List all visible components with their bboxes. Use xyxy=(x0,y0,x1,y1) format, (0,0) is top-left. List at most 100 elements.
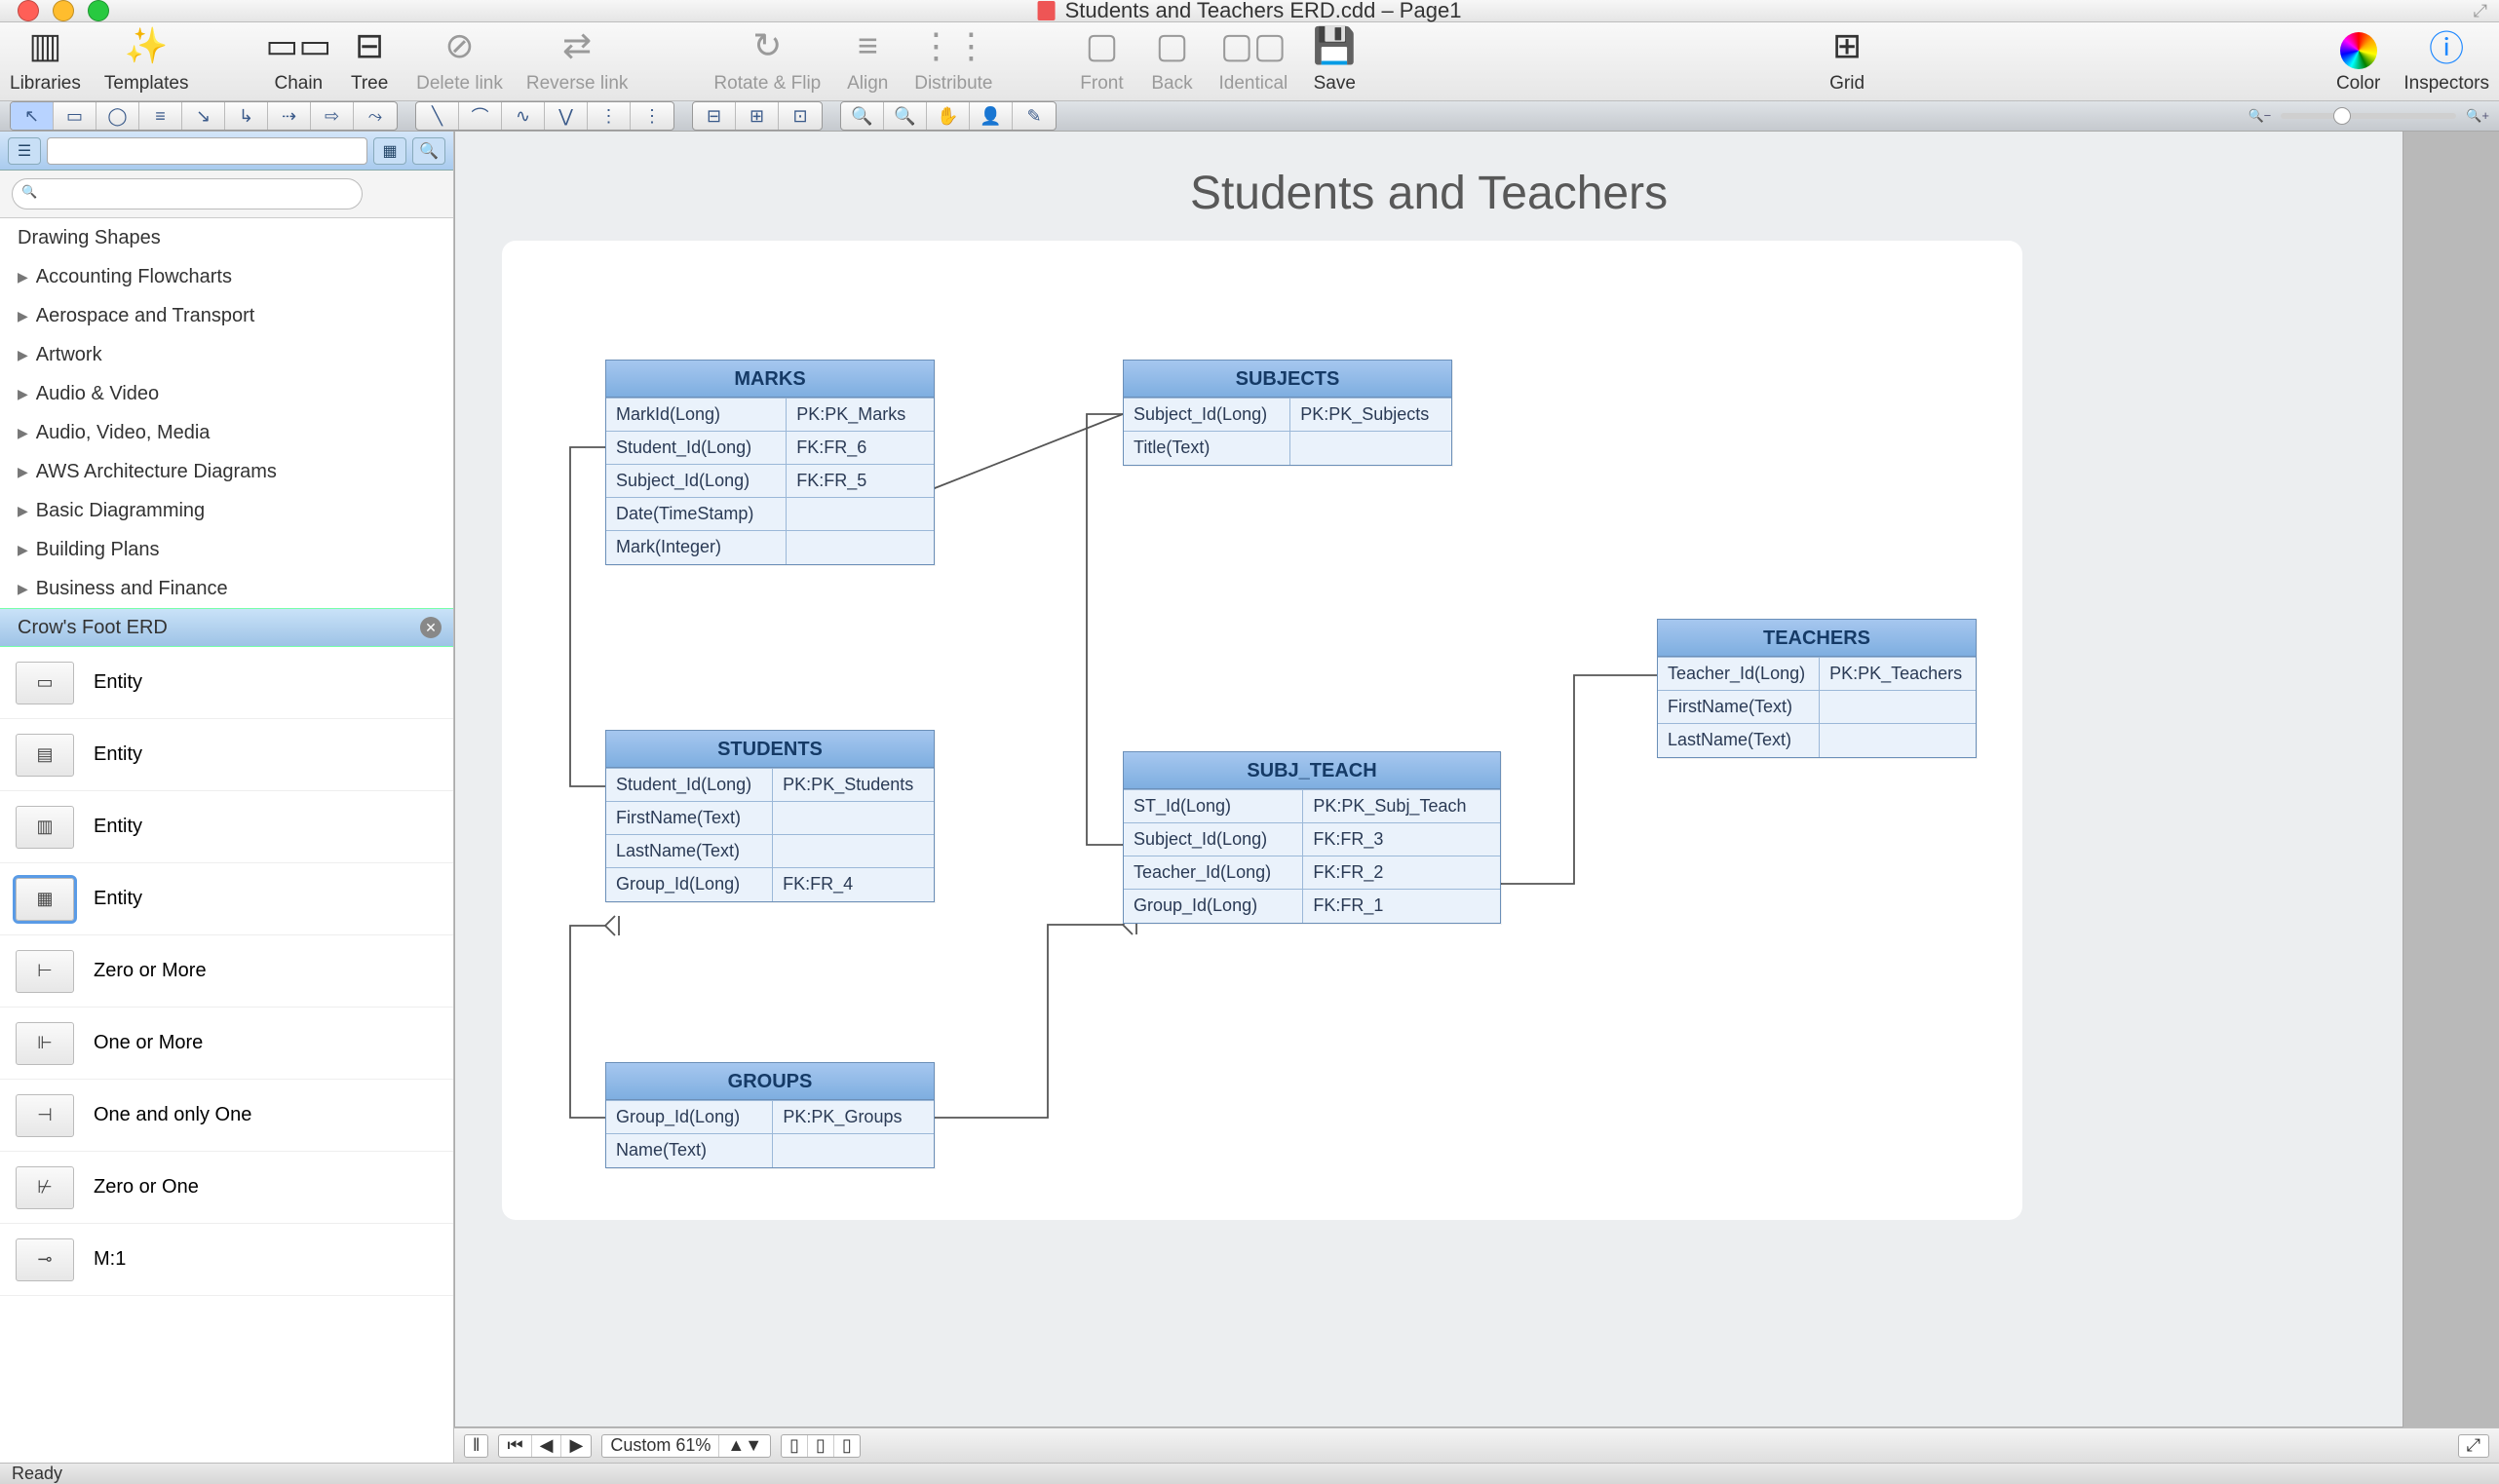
library-filter-input[interactable] xyxy=(47,137,367,165)
identical-button[interactable]: ▢▢Identical xyxy=(1218,22,1288,95)
palette-item[interactable]: ⊩One or More xyxy=(0,1008,453,1080)
templates-button[interactable]: ✨Templates xyxy=(104,22,189,95)
front-button[interactable]: ▢Front xyxy=(1078,22,1125,95)
point-tool-1[interactable]: ⋮ xyxy=(588,102,631,130)
zoom-slider[interactable] xyxy=(2281,113,2456,119)
polyline-tool[interactable]: ⋁ xyxy=(545,102,588,130)
zoom-out-tool[interactable]: 🔍 xyxy=(884,102,927,130)
ellipse-tool[interactable]: ◯ xyxy=(96,102,139,130)
entity-subj_teach[interactable]: SUBJ_TEACHST_Id(Long)PK:PK_Subj_TeachSub… xyxy=(1123,751,1501,924)
minimize-icon[interactable] xyxy=(53,0,74,21)
category-item[interactable]: ▶Building Plans xyxy=(0,530,453,569)
entity-teachers[interactable]: TEACHERSTeacher_Id(Long)PK:PK_TeachersFi… xyxy=(1657,619,1977,758)
entity-subjects[interactable]: SUBJECTSSubject_Id(Long)PK:PK_SubjectsTi… xyxy=(1123,360,1452,466)
palette-item[interactable]: ⊬Zero or One xyxy=(0,1152,453,1224)
search-icon[interactable]: 🔍 xyxy=(412,137,445,165)
zoom-in-icon[interactable]: 🔍+ xyxy=(2466,108,2489,124)
zoom-stepper-icon[interactable]: ▲▼ xyxy=(719,1435,770,1457)
pointer-tool[interactable]: ↖ xyxy=(11,102,54,130)
chain-button[interactable]: ▭▭Chain xyxy=(274,22,323,95)
user-tool[interactable]: 👤 xyxy=(970,102,1013,130)
category-item[interactable]: ▶AWS Architecture Diagrams xyxy=(0,452,453,491)
line-tool[interactable]: ╲ xyxy=(416,102,459,130)
fullscreen-icon[interactable]: ⤢ xyxy=(2474,1,2499,21)
zoom-out-icon[interactable]: 🔍− xyxy=(2248,108,2271,124)
tree-button[interactable]: ⊟Tree xyxy=(346,22,393,95)
palette-item[interactable]: ⊣One and only One xyxy=(0,1080,453,1152)
grid-button[interactable]: ⊞Grid xyxy=(1824,22,1870,95)
category-item[interactable]: ▶Business and Finance xyxy=(0,569,453,608)
palette-item[interactable]: ▤Entity xyxy=(0,719,453,791)
inspectors-button[interactable]: ⓘInspectors xyxy=(2403,22,2489,95)
text-tool[interactable]: ≡ xyxy=(139,102,182,130)
reverse-link-button[interactable]: ⇄Reverse link xyxy=(526,22,629,95)
expand-icon[interactable]: ⤢ xyxy=(2459,1435,2488,1457)
delete-link-button[interactable]: ⊘Delete link xyxy=(416,22,503,95)
category-item[interactable]: ▶Accounting Flowcharts xyxy=(0,257,453,296)
color-button[interactable]: Color xyxy=(2336,32,2380,95)
curve-tool[interactable]: ∿ xyxy=(502,102,545,130)
distribute-button[interactable]: ⋮⋮Distribute xyxy=(914,22,992,95)
field-key: FK:FR_3 xyxy=(1303,823,1500,856)
rotate-flip-button[interactable]: ↻Rotate & Flip xyxy=(713,22,821,95)
entity-groups[interactable]: GROUPSGroup_Id(Long)PK:PK_GroupsName(Tex… xyxy=(605,1062,935,1168)
zoom-icon[interactable] xyxy=(88,0,109,21)
connector-tool-4[interactable]: ⇨ xyxy=(311,102,354,130)
connector-tool-3[interactable]: ⇢ xyxy=(268,102,311,130)
entity-students[interactable]: STUDENTSStudent_Id(Long)PK:PK_StudentsFi… xyxy=(605,730,935,902)
scroll-pause-icon[interactable]: ‖ xyxy=(465,1435,487,1457)
palette-item[interactable]: ▭Entity xyxy=(0,647,453,719)
palette-item[interactable]: ⊸M:1 xyxy=(0,1224,453,1296)
hand-tool[interactable]: ✋ xyxy=(927,102,970,130)
page[interactable]: Students and Teachers MARKSMarkId(Long)P… xyxy=(454,132,2403,1427)
grid-view-icon[interactable]: ▦ xyxy=(373,137,406,165)
wand-tool[interactable]: ✎ xyxy=(1013,102,1056,130)
category-item[interactable]: ▶Audio, Video, Media xyxy=(0,413,453,452)
window-title: Students and Teachers ERD.cdd – Page1 xyxy=(1065,0,1462,23)
canvas-scroll[interactable]: Students and Teachers MARKSMarkId(Long)P… xyxy=(454,132,2499,1427)
category-item[interactable]: ▶Basic Diagramming xyxy=(0,491,453,530)
field-name: ST_Id(Long) xyxy=(1124,790,1303,823)
selected-category[interactable]: Crow's Foot ERD ✕ xyxy=(0,608,453,647)
align-tool-3[interactable]: ⊡ xyxy=(779,102,822,130)
main-toolbar: ▥Libraries ✨Templates ▭▭Chain ⊟Tree ⊘Del… xyxy=(0,22,2499,101)
field-key xyxy=(773,1134,934,1167)
category-item[interactable]: ▶Aerospace and Transport xyxy=(0,296,453,335)
entity-header: MARKS xyxy=(606,361,934,398)
entity-marks[interactable]: MARKSMarkId(Long)PK:PK_MarksStudent_Id(L… xyxy=(605,360,935,565)
field-name: Student_Id(Long) xyxy=(606,769,773,802)
zoom-level[interactable]: Custom 61% xyxy=(602,1435,719,1457)
view-mode-1[interactable]: ▯ xyxy=(782,1435,808,1457)
field-name: Teacher_Id(Long) xyxy=(1658,658,1820,691)
rect-tool[interactable]: ▭ xyxy=(54,102,96,130)
view-mode-3[interactable]: ▯ xyxy=(834,1435,860,1457)
category-item[interactable]: ▶Artwork xyxy=(0,335,453,374)
libraries-button[interactable]: ▥Libraries xyxy=(10,22,81,95)
align-tool-2[interactable]: ⊞ xyxy=(736,102,779,130)
back-button[interactable]: ▢Back xyxy=(1148,22,1195,95)
zoom-tool[interactable]: 🔍 xyxy=(841,102,884,130)
first-page-button[interactable]: ⏮ xyxy=(499,1435,531,1457)
next-page-button[interactable]: ▶ xyxy=(561,1435,591,1457)
point-tool-2[interactable]: ⋮ xyxy=(631,102,673,130)
save-button[interactable]: 💾Save xyxy=(1311,22,1358,95)
connector-tool-5[interactable]: ⤳ xyxy=(354,102,397,130)
close-icon[interactable] xyxy=(18,0,39,21)
align-button[interactable]: ≡Align xyxy=(844,22,891,95)
arc-tool[interactable]: ⌒ xyxy=(459,102,502,130)
category-item[interactable]: Drawing Shapes xyxy=(0,218,453,257)
field-key: PK:PK_Subj_Teach xyxy=(1303,790,1500,823)
palette-item[interactable]: ⊢Zero or More xyxy=(0,935,453,1008)
close-icon[interactable]: ✕ xyxy=(420,617,442,638)
align-tool-1[interactable]: ⊟ xyxy=(693,102,736,130)
connector-tool-2[interactable]: ↳ xyxy=(225,102,268,130)
connector-tool-1[interactable]: ↘ xyxy=(182,102,225,130)
field-name: FirstName(Text) xyxy=(606,802,773,835)
palette-item[interactable]: ▦Entity xyxy=(0,863,453,935)
prev-page-button[interactable]: ◀ xyxy=(532,1435,562,1457)
library-view-icon[interactable]: ☰ xyxy=(8,137,41,165)
palette-item[interactable]: ▥Entity xyxy=(0,791,453,863)
view-mode-2[interactable]: ▯ xyxy=(808,1435,834,1457)
search-input[interactable] xyxy=(12,178,363,209)
category-item[interactable]: ▶Audio & Video xyxy=(0,374,453,413)
